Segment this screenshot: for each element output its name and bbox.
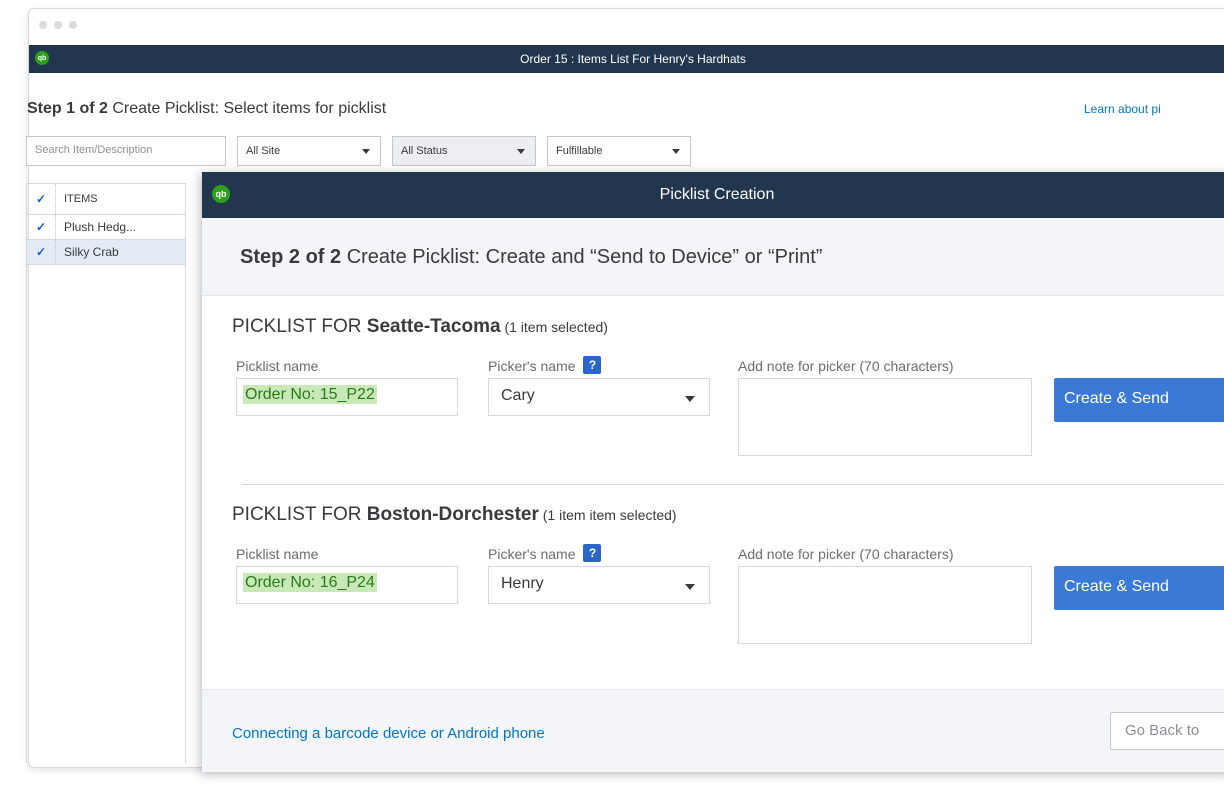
step-1-text: Create Picklist: Select items for pickli… <box>107 100 387 117</box>
picklist-creation-dialog: qb Picklist Creation Step 2 of 2 Create … <box>202 172 1224 772</box>
outer-title-bar: qb Order 15 : Items List For Henry's Har… <box>29 45 1224 73</box>
table-header: ✓ ITEMS <box>27 183 185 215</box>
help-icon[interactable]: ? <box>583 544 602 562</box>
picker-name-label: Picker's name? <box>488 544 602 562</box>
chevron-down-icon <box>685 396 695 402</box>
chevron-down-icon <box>672 149 680 154</box>
item-name: Plush Hedg... <box>55 215 136 239</box>
picklist-name-field[interactable]: Order No: 15_P22 <box>236 378 458 416</box>
filter-bar: Search Item/Description All Site All Sta… <box>26 136 691 166</box>
picklist-section-seattle: PICKLIST FOR Seatte-Tacoma (1 item selec… <box>232 316 1224 466</box>
section-divider <box>242 484 1224 485</box>
step-2-text: Create Picklist: Create and “Send to Dev… <box>341 246 823 268</box>
section-count: (1 item item selected) <box>538 507 677 523</box>
create-send-button[interactable]: Create & Send <box>1054 566 1224 610</box>
section-title: PICKLIST FOR Boston-Dorchester (1 item i… <box>232 504 1224 526</box>
step-1-heading: Step 1 of 2 Create Picklist: Select item… <box>27 100 386 118</box>
dialog-footer: Connecting a barcode device or Android p… <box>202 689 1224 772</box>
picklist-section-boston: PICKLIST FOR Boston-Dorchester (1 item i… <box>232 504 1224 654</box>
picker-note-textarea[interactable] <box>738 566 1032 644</box>
picklist-name-value: Order No: 16_P24 <box>243 573 377 592</box>
picker-name-label-text: Picker's name <box>488 546 576 562</box>
fulfillable-filter-value: Fulfillable <box>556 145 603 157</box>
picklist-name-value: Order No: 15_P22 <box>243 385 377 404</box>
site-filter-value: All Site <box>246 145 281 157</box>
section-count: (1 item selected) <box>500 319 608 335</box>
dialog-title-bar: qb Picklist Creation <box>202 172 1224 218</box>
picker-name-value: Cary <box>501 387 535 404</box>
chevron-down-icon <box>685 584 695 590</box>
barcode-device-link[interactable]: Connecting a barcode device or Android p… <box>232 725 545 742</box>
select-all-checkbox[interactable]: ✓ <box>27 192 55 206</box>
section-prefix: PICKLIST FOR <box>232 504 367 525</box>
fulfillable-filter-select[interactable]: Fulfillable <box>547 136 691 166</box>
row-checkbox[interactable]: ✓ <box>27 245 55 259</box>
step-2-heading: Step 2 of 2 Create Picklist: Create and … <box>202 218 1224 296</box>
item-name: Silky Crab <box>55 240 119 264</box>
table-row[interactable]: ✓ Silky Crab <box>27 240 185 265</box>
status-filter-select[interactable]: All Status <box>392 136 536 166</box>
dialog-title: Picklist Creation <box>659 186 775 203</box>
create-send-button[interactable]: Create & Send <box>1054 378 1224 422</box>
step-1-label: Step 1 of 2 <box>27 100 108 117</box>
step-2-label: Step 2 of 2 <box>240 246 342 268</box>
help-icon[interactable]: ? <box>583 356 602 374</box>
picker-name-select[interactable]: Cary <box>488 378 710 416</box>
note-label: Add note for picker (70 characters) <box>738 546 954 562</box>
picker-name-value: Henry <box>501 575 544 592</box>
chevron-down-icon <box>362 149 370 154</box>
go-back-button[interactable]: Go Back to <box>1110 712 1224 750</box>
section-title: PICKLIST FOR Seatte-Tacoma (1 item selec… <box>232 316 1224 338</box>
minimize-dot-icon[interactable] <box>54 21 62 29</box>
zoom-dot-icon[interactable] <box>69 21 77 29</box>
picker-note-textarea[interactable] <box>738 378 1032 456</box>
search-input[interactable]: Search Item/Description <box>26 136 226 166</box>
learn-link[interactable]: Learn about pi <box>1084 102 1161 116</box>
picklist-name-label: Picklist name <box>236 546 319 562</box>
status-filter-value: All Status <box>401 145 448 157</box>
picker-name-label: Picker's name? <box>488 356 602 374</box>
close-dot-icon[interactable] <box>39 21 47 29</box>
chevron-down-icon <box>517 149 525 154</box>
picker-name-select[interactable]: Henry <box>488 566 710 604</box>
items-table: ✓ ITEMS ✓ Plush Hedg... ✓ Silky Crab <box>26 183 186 763</box>
section-location: Boston-Dorchester <box>366 504 539 525</box>
site-filter-select[interactable]: All Site <box>237 136 381 166</box>
section-location: Seatte-Tacoma <box>366 316 501 337</box>
table-row[interactable]: ✓ Plush Hedg... <box>27 215 185 240</box>
picklist-name-field[interactable]: Order No: 16_P24 <box>236 566 458 604</box>
section-prefix: PICKLIST FOR <box>232 316 367 337</box>
items-column-header[interactable]: ITEMS <box>55 184 98 214</box>
picklist-name-label: Picklist name <box>236 358 319 374</box>
window-controls <box>39 21 77 29</box>
outer-window-title: Order 15 : Items List For Henry's Hardha… <box>520 52 746 66</box>
note-label: Add note for picker (70 characters) <box>738 358 954 374</box>
row-checkbox[interactable]: ✓ <box>27 220 55 234</box>
picker-name-label-text: Picker's name <box>488 358 576 374</box>
